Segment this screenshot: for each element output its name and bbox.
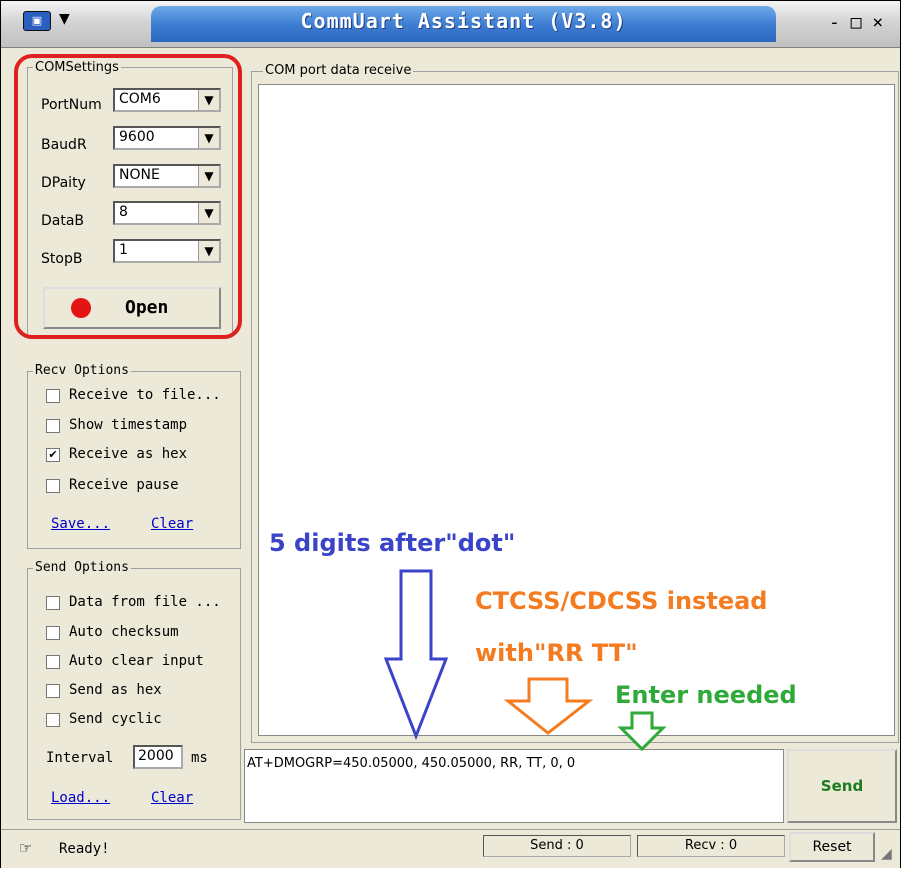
load-link[interactable]: Load... — [51, 790, 110, 806]
send-cyclic-checkbox[interactable] — [46, 713, 60, 727]
annotation-ctcss-line1: CTCSS/CDCSS instead — [475, 587, 768, 615]
interval-input[interactable]: 2000 — [133, 745, 183, 769]
receive-to-file-checkbox[interactable] — [46, 389, 60, 403]
receive-to-file-label: Receive to file... — [69, 387, 221, 403]
auto-clear-input-checkbox[interactable] — [46, 655, 60, 669]
receive-as-hex-checkbox[interactable]: ✔ — [46, 448, 60, 462]
send-label: Send — [820, 777, 864, 795]
show-timestamp-label: Show timestamp — [69, 417, 188, 433]
auto-clear-input-label: Auto clear input — [69, 653, 204, 669]
app-window: ▣ ▼ CommUart Assistant (V3.8) - □ × COMS… — [0, 0, 901, 868]
send-as-hex-checkbox[interactable] — [46, 684, 60, 698]
receive-as-hex-label: Receive as hex — [69, 446, 188, 462]
resize-grip-icon[interactable]: ◢ — [881, 846, 892, 862]
send-options-label: Send Options — [33, 560, 131, 575]
recv-options-label: Recv Options — [33, 363, 131, 378]
send-button[interactable]: Send — [787, 749, 897, 823]
interval-value: 2000 — [138, 748, 174, 764]
recv-count: Recv : 0 — [637, 835, 785, 857]
system-menu-icon[interactable]: ▣ — [23, 11, 51, 31]
recv-clear-link[interactable]: Clear — [151, 516, 193, 532]
reset-button[interactable]: Reset — [789, 832, 875, 862]
annotation-ctcss-line2: with"RR TT" — [475, 639, 638, 667]
save-link[interactable]: Save... — [51, 516, 110, 532]
window-controls[interactable]: - □ × — [829, 12, 883, 33]
annotation-enter: Enter needed — [615, 681, 797, 709]
auto-checksum-label: Auto checksum — [69, 624, 179, 640]
auto-checksum-checkbox[interactable] — [46, 626, 60, 640]
data-from-file-checkbox[interactable] — [46, 596, 60, 610]
hand-pointer-icon: ☞ — [19, 839, 33, 857]
interval-label: Interval — [46, 750, 114, 766]
send-input[interactable]: AT+DMOGRP=450.05000, 450.05000, RR, TT, … — [244, 749, 784, 823]
receive-panel-label: COM port data receive — [263, 63, 414, 78]
interval-unit: ms — [191, 750, 208, 766]
send-input-text: AT+DMOGRP=450.05000, 450.05000, RR, TT, … — [247, 756, 576, 771]
receive-pause-checkbox[interactable] — [46, 479, 60, 493]
title-bar[interactable]: ▣ ▼ CommUart Assistant (V3.8) - □ × — [1, 1, 900, 48]
checkmark-icon: ✔ — [48, 448, 58, 461]
window-title: CommUart Assistant (V3.8) — [300, 9, 627, 33]
send-count: Send : 0 — [483, 835, 631, 857]
annotation-digits: 5 digits after"dot" — [269, 529, 516, 557]
data-from-file-label: Data from file ... — [69, 594, 221, 610]
show-timestamp-checkbox[interactable] — [46, 419, 60, 433]
chevron-down-icon[interactable]: ▼ — [59, 11, 70, 27]
highlight-frame — [14, 54, 242, 339]
ready-text: Ready! — [59, 841, 110, 857]
receive-pause-label: Receive pause — [69, 477, 179, 493]
send-cyclic-label: Send cyclic — [69, 711, 162, 727]
send-clear-link[interactable]: Clear — [151, 790, 193, 806]
send-as-hex-label: Send as hex — [69, 682, 162, 698]
